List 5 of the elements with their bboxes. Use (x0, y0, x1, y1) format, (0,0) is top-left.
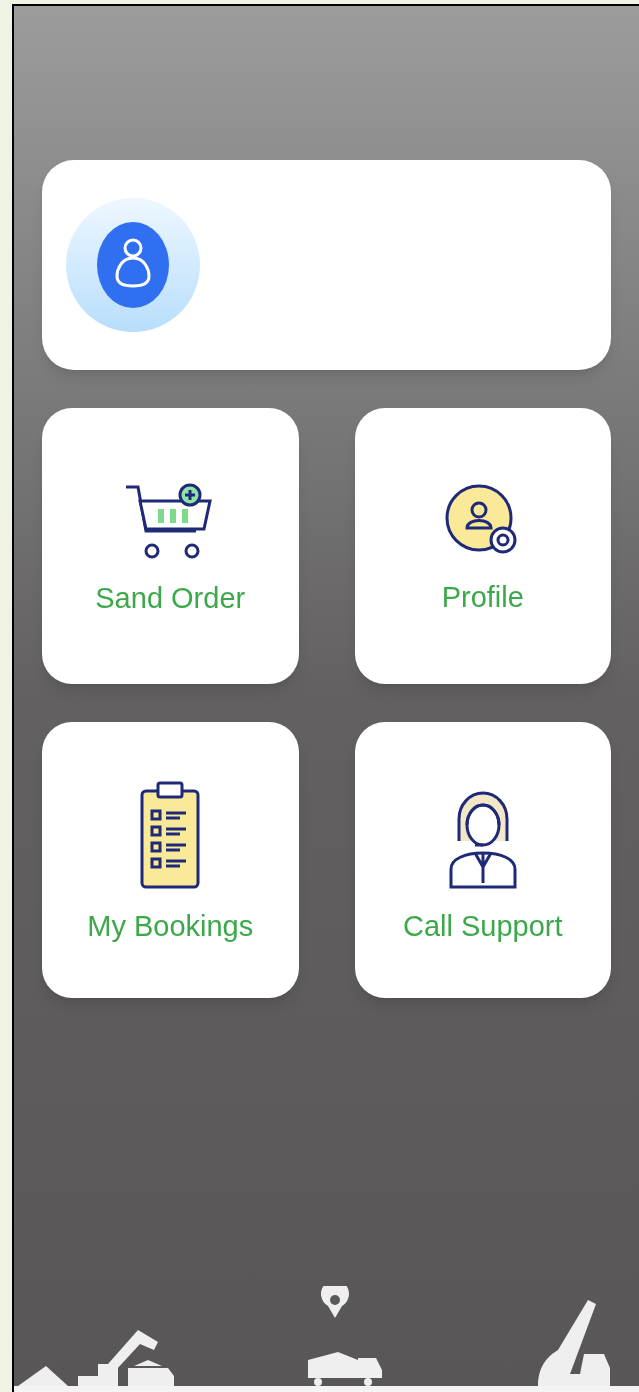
menu-tile[interactable]: My Bookings (42, 722, 299, 998)
menu-tile[interactable]: Call Support (354, 722, 611, 998)
menu-tile[interactable]: Profile (354, 408, 611, 684)
menu-tile[interactable]: Sand Order (42, 408, 299, 684)
clipboard-list-icon (138, 781, 203, 892)
